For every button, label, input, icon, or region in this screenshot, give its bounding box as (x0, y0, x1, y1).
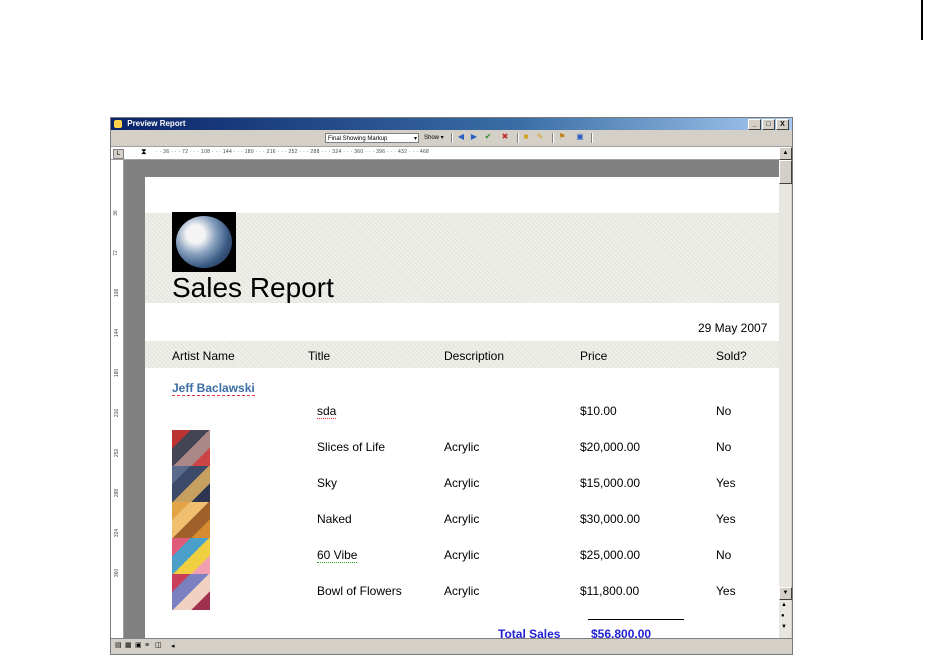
vruler-mark: 216 (114, 408, 121, 418)
artwork-thumbnail (172, 430, 210, 466)
artist-name: Jeff Baclawski (172, 381, 255, 396)
total-rule (588, 619, 684, 620)
minimize-button[interactable]: _ (748, 119, 761, 130)
row-sold: No (716, 440, 732, 454)
next-page-icon[interactable]: ▼ (781, 624, 787, 630)
reviewing-toolbar: Final Showing Markup ▾ Show ▾ ◀ ▶ ✔ ✖ ■ … (111, 130, 792, 147)
row-description: Acrylic (444, 440, 480, 454)
row-title: 60 Vibe (317, 548, 358, 563)
markup-mode-value: Final Showing Markup (328, 136, 388, 142)
title-bar[interactable]: Preview Report _ □ X (111, 118, 792, 130)
row-title: sda (317, 404, 337, 419)
reject-change-icon[interactable]: ✖ (500, 132, 510, 142)
row-description: Acrylic (444, 512, 480, 526)
next-change-icon[interactable]: ▶ (469, 132, 479, 142)
scroll-thumb[interactable] (779, 160, 792, 184)
column-header-title: Title (308, 349, 331, 363)
artwork-thumbnail (172, 466, 210, 502)
row-title: Slices of Life (317, 440, 386, 454)
accept-change-icon[interactable]: ✔ (483, 132, 493, 142)
row-description: Acrylic (444, 476, 480, 490)
horizontal-ruler[interactable]: L ⧗ · · 36 · · · 72 · · · 108 · · · 144 … (111, 147, 781, 160)
comment-icon[interactable]: ✎ (535, 132, 545, 142)
window-controls: _ □ X (748, 119, 789, 130)
print-view-icon[interactable]: ▣ (135, 642, 143, 650)
toolbar-separator (552, 133, 554, 143)
web-view-icon[interactable]: ▦ (125, 642, 133, 650)
toolbar-separator (517, 133, 519, 143)
vruler-mark: 180 (114, 368, 121, 378)
row-description: Acrylic (444, 584, 480, 598)
vruler-mark: 288 (114, 488, 121, 498)
vertical-scrollbar[interactable]: ▲ ▼ ▲ ● ▼ (779, 147, 792, 638)
row-price: $25,000.00 (580, 548, 641, 562)
row-price: $11,800.00 (580, 584, 640, 598)
row-description: Acrylic (444, 548, 480, 562)
previous-page-icon[interactable]: ▲ (781, 602, 787, 608)
display-for-review-select[interactable]: Final Showing Markup ▾ (325, 133, 419, 143)
toolbar-separator (591, 133, 593, 143)
row-title: Naked (317, 512, 352, 526)
row-title: Sky (317, 476, 338, 490)
row-sold: Yes (716, 476, 736, 490)
tab-selector[interactable]: L (113, 149, 124, 159)
vruler-mark: 360 (114, 568, 121, 578)
artist-group-header: Jeff Baclawski (172, 381, 255, 396)
artwork-thumbnail (172, 574, 210, 610)
artwork-thumbnail (172, 538, 210, 574)
status-bar: ▤ ▦ ▣ ≡ ◫ ◂ (111, 638, 792, 654)
previous-change-icon[interactable]: ◀ (456, 132, 466, 142)
vruler-mark: 144 (114, 328, 121, 338)
column-header-sold: Sold? (716, 349, 747, 363)
report-title: Sales Report (172, 272, 334, 303)
vertical-ruler[interactable]: 36 72 108 144 180 216 252 288 324 360 (111, 160, 124, 638)
column-header-artist: Artist Name (172, 349, 235, 363)
ruler-marks: · · 36 · · · 72 · · · 108 · · · 144 · · … (156, 149, 430, 155)
report-page: Sales Report 29 May 2007 Artist Name Tit… (145, 177, 779, 641)
vruler-mark: 252 (114, 448, 121, 458)
close-button[interactable]: X (776, 119, 789, 130)
chevron-down-icon: ▾ (413, 136, 417, 142)
artwork-thumbnail (172, 502, 210, 538)
track-changes-icon[interactable]: ⚑ (557, 132, 567, 142)
preview-report-window: Preview Report _ □ X Final Showing Marku… (110, 117, 793, 655)
maximize-button[interactable]: □ (762, 119, 775, 130)
column-header-price: Price (580, 349, 608, 363)
reading-view-icon[interactable]: ◫ (155, 642, 163, 650)
scroll-left-button[interactable]: ◂ (171, 642, 175, 650)
row-price: $10.00 (580, 404, 617, 418)
row-price: $15,000.00 (580, 476, 641, 490)
vruler-mark: 36 (112, 210, 119, 216)
scroll-up-button[interactable]: ▲ (779, 147, 792, 160)
reviewing-pane-icon[interactable]: ▣ (575, 132, 585, 142)
vruler-mark: 72 (112, 250, 119, 256)
row-sold: No (716, 548, 732, 562)
vruler-mark: 324 (114, 528, 121, 538)
report-logo-image (172, 212, 236, 272)
indent-marker-icon[interactable]: ⧗ (141, 147, 147, 157)
row-sold: No (716, 404, 732, 418)
row-price: $30,000.00 (580, 512, 641, 526)
row-sold: Yes (716, 584, 736, 598)
document-area: Sales Report 29 May 2007 Artist Name Tit… (124, 160, 779, 641)
select-browse-object-icon[interactable]: ● (781, 613, 785, 619)
vruler-mark: 108 (114, 288, 121, 298)
app-icon (114, 120, 122, 128)
scroll-down-button[interactable]: ▼ (779, 587, 792, 600)
report-date: 29 May 2007 (698, 321, 768, 335)
column-header-description: Description (444, 349, 505, 363)
normal-view-icon[interactable]: ▤ (115, 642, 123, 650)
highlight-icon[interactable]: ■ (521, 132, 531, 142)
page-corner-mark (921, 0, 923, 40)
show-menu-button[interactable]: Show ▾ (424, 133, 444, 143)
outline-view-icon[interactable]: ≡ (145, 642, 153, 650)
toolbar-separator (451, 133, 453, 143)
row-title: Bowl of Flowers (317, 584, 402, 598)
row-sold: Yes (716, 512, 736, 526)
window-title: Preview Report (127, 119, 186, 128)
row-price: $20,000.00 (580, 440, 641, 454)
